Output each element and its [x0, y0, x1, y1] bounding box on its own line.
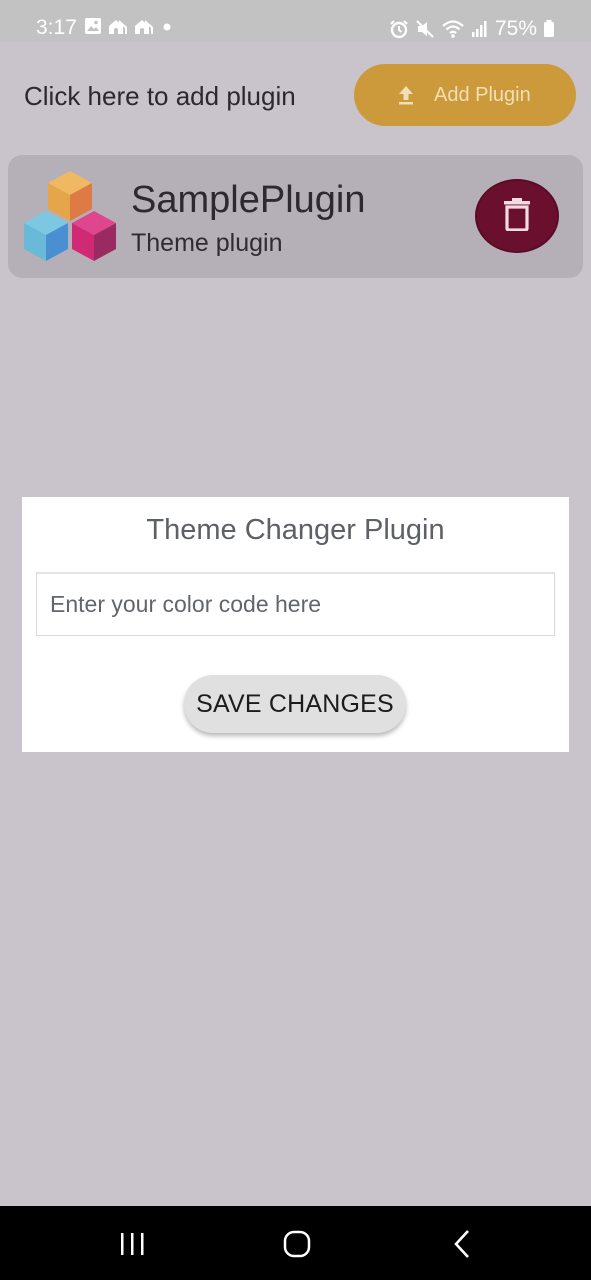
status-right-icons: 75% — [389, 16, 555, 42]
trash-icon — [502, 197, 532, 236]
wifi-icon — [441, 19, 465, 39]
color-code-input[interactable] — [36, 572, 555, 636]
image-icon — [84, 17, 102, 35]
navigation-bar — [0, 1206, 591, 1280]
plugin-type: Theme plugin — [131, 229, 283, 257]
status-bar: 3:17 75% — [0, 0, 591, 42]
battery-percent: 75% — [494, 17, 537, 40]
add-plugin-label: Add Plugin — [434, 84, 531, 106]
dialog-title: Theme Changer Plugin — [146, 514, 445, 546]
mute-icon — [415, 19, 435, 39]
cubes-logo-icon — [22, 169, 118, 265]
add-plugin-button[interactable]: Add Plugin — [354, 64, 576, 126]
alarm-icon — [389, 19, 409, 39]
home-signal-icon — [134, 17, 154, 35]
add-plugin-hint: Click here to add plugin — [24, 81, 296, 111]
plugin-card[interactable]: SamplePlugin Theme plugin — [8, 155, 583, 278]
recent-apps-icon[interactable] — [112, 1228, 152, 1260]
plugin-name: SamplePlugin — [131, 179, 366, 221]
status-left-icons — [84, 17, 174, 35]
home-icon[interactable] — [277, 1228, 317, 1260]
dot-icon — [160, 17, 174, 35]
upload-icon — [394, 83, 418, 107]
delete-plugin-button[interactable] — [475, 179, 559, 253]
home-signal-icon — [108, 17, 128, 35]
status-time: 3:17 — [36, 16, 77, 39]
battery-icon — [543, 19, 555, 39]
back-icon[interactable] — [442, 1228, 482, 1260]
theme-changer-dialog: Theme Changer Plugin SAVE CHANGES — [22, 497, 569, 752]
save-changes-button[interactable]: SAVE CHANGES — [184, 675, 406, 733]
signal-icon — [471, 19, 489, 39]
